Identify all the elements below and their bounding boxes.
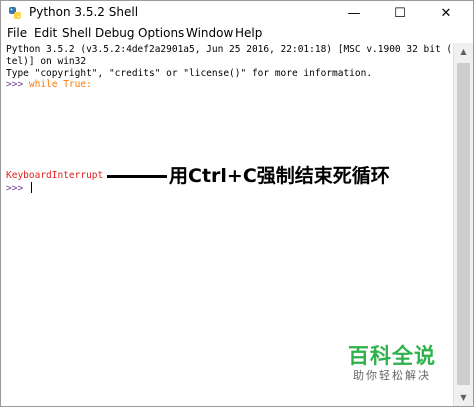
minimize-icon: — — [347, 5, 361, 21]
idle-shell-window: Python 3.5.2 Shell — ☐ ✕ File Edit Shell… — [0, 0, 474, 407]
menu-shell[interactable]: Shell — [62, 26, 91, 40]
shell-prompt-current: >>> — [6, 183, 29, 194]
entered-code: while True: — [28, 79, 92, 90]
menu-debug[interactable]: Debug — [95, 26, 134, 40]
minimize-button[interactable]: — — [337, 1, 371, 25]
scroll-down-arrow-icon[interactable]: ▼ — [454, 389, 473, 406]
menu-bar: File Edit Shell Debug Options Window Hel… — [1, 25, 473, 43]
menu-edit[interactable]: Edit — [34, 26, 57, 40]
menu-window[interactable]: Window — [186, 26, 233, 40]
keyboard-interrupt-message: KeyboardInterrupt — [6, 170, 104, 181]
watermark-title: 百科全说 — [348, 344, 436, 368]
window-title: Python 3.5.2 Shell — [29, 5, 139, 19]
menu-file[interactable]: File — [7, 26, 27, 40]
annotation-pointer-line — [107, 175, 167, 178]
watermark-subtitle: 助你轻松解决 — [353, 369, 431, 382]
vertical-scrollbar[interactable]: ▲ ▼ — [453, 43, 473, 406]
shell-prompt: >>> — [6, 79, 29, 90]
banner-line-1: Python 3.5.2 (v3.5.2:4def2a2901a5, Jun 2… — [6, 44, 464, 55]
input-line: >>> while True: — [6, 79, 92, 90]
menu-options[interactable]: Options — [138, 26, 184, 40]
close-icon: ✕ — [440, 5, 452, 21]
scrollbar-thumb[interactable] — [457, 63, 470, 385]
title-bar: Python 3.5.2 Shell — ☐ ✕ — [1, 1, 473, 25]
menu-help[interactable]: Help — [235, 26, 262, 40]
current-prompt-line: >>> — [6, 182, 32, 194]
maximize-icon: ☐ — [394, 5, 406, 21]
banner-line-2: tel)] on win32 — [6, 56, 87, 67]
close-button[interactable]: ✕ — [429, 1, 463, 25]
annotation-text: 用Ctrl+C强制结束死循环 — [169, 165, 390, 187]
maximize-button[interactable]: ☐ — [383, 1, 417, 25]
banner-line-3: Type "copyright", "credits" or "license(… — [6, 68, 373, 79]
python-icon — [9, 7, 21, 19]
text-cursor — [30, 182, 32, 193]
scroll-up-arrow-icon[interactable]: ▲ — [454, 43, 473, 60]
